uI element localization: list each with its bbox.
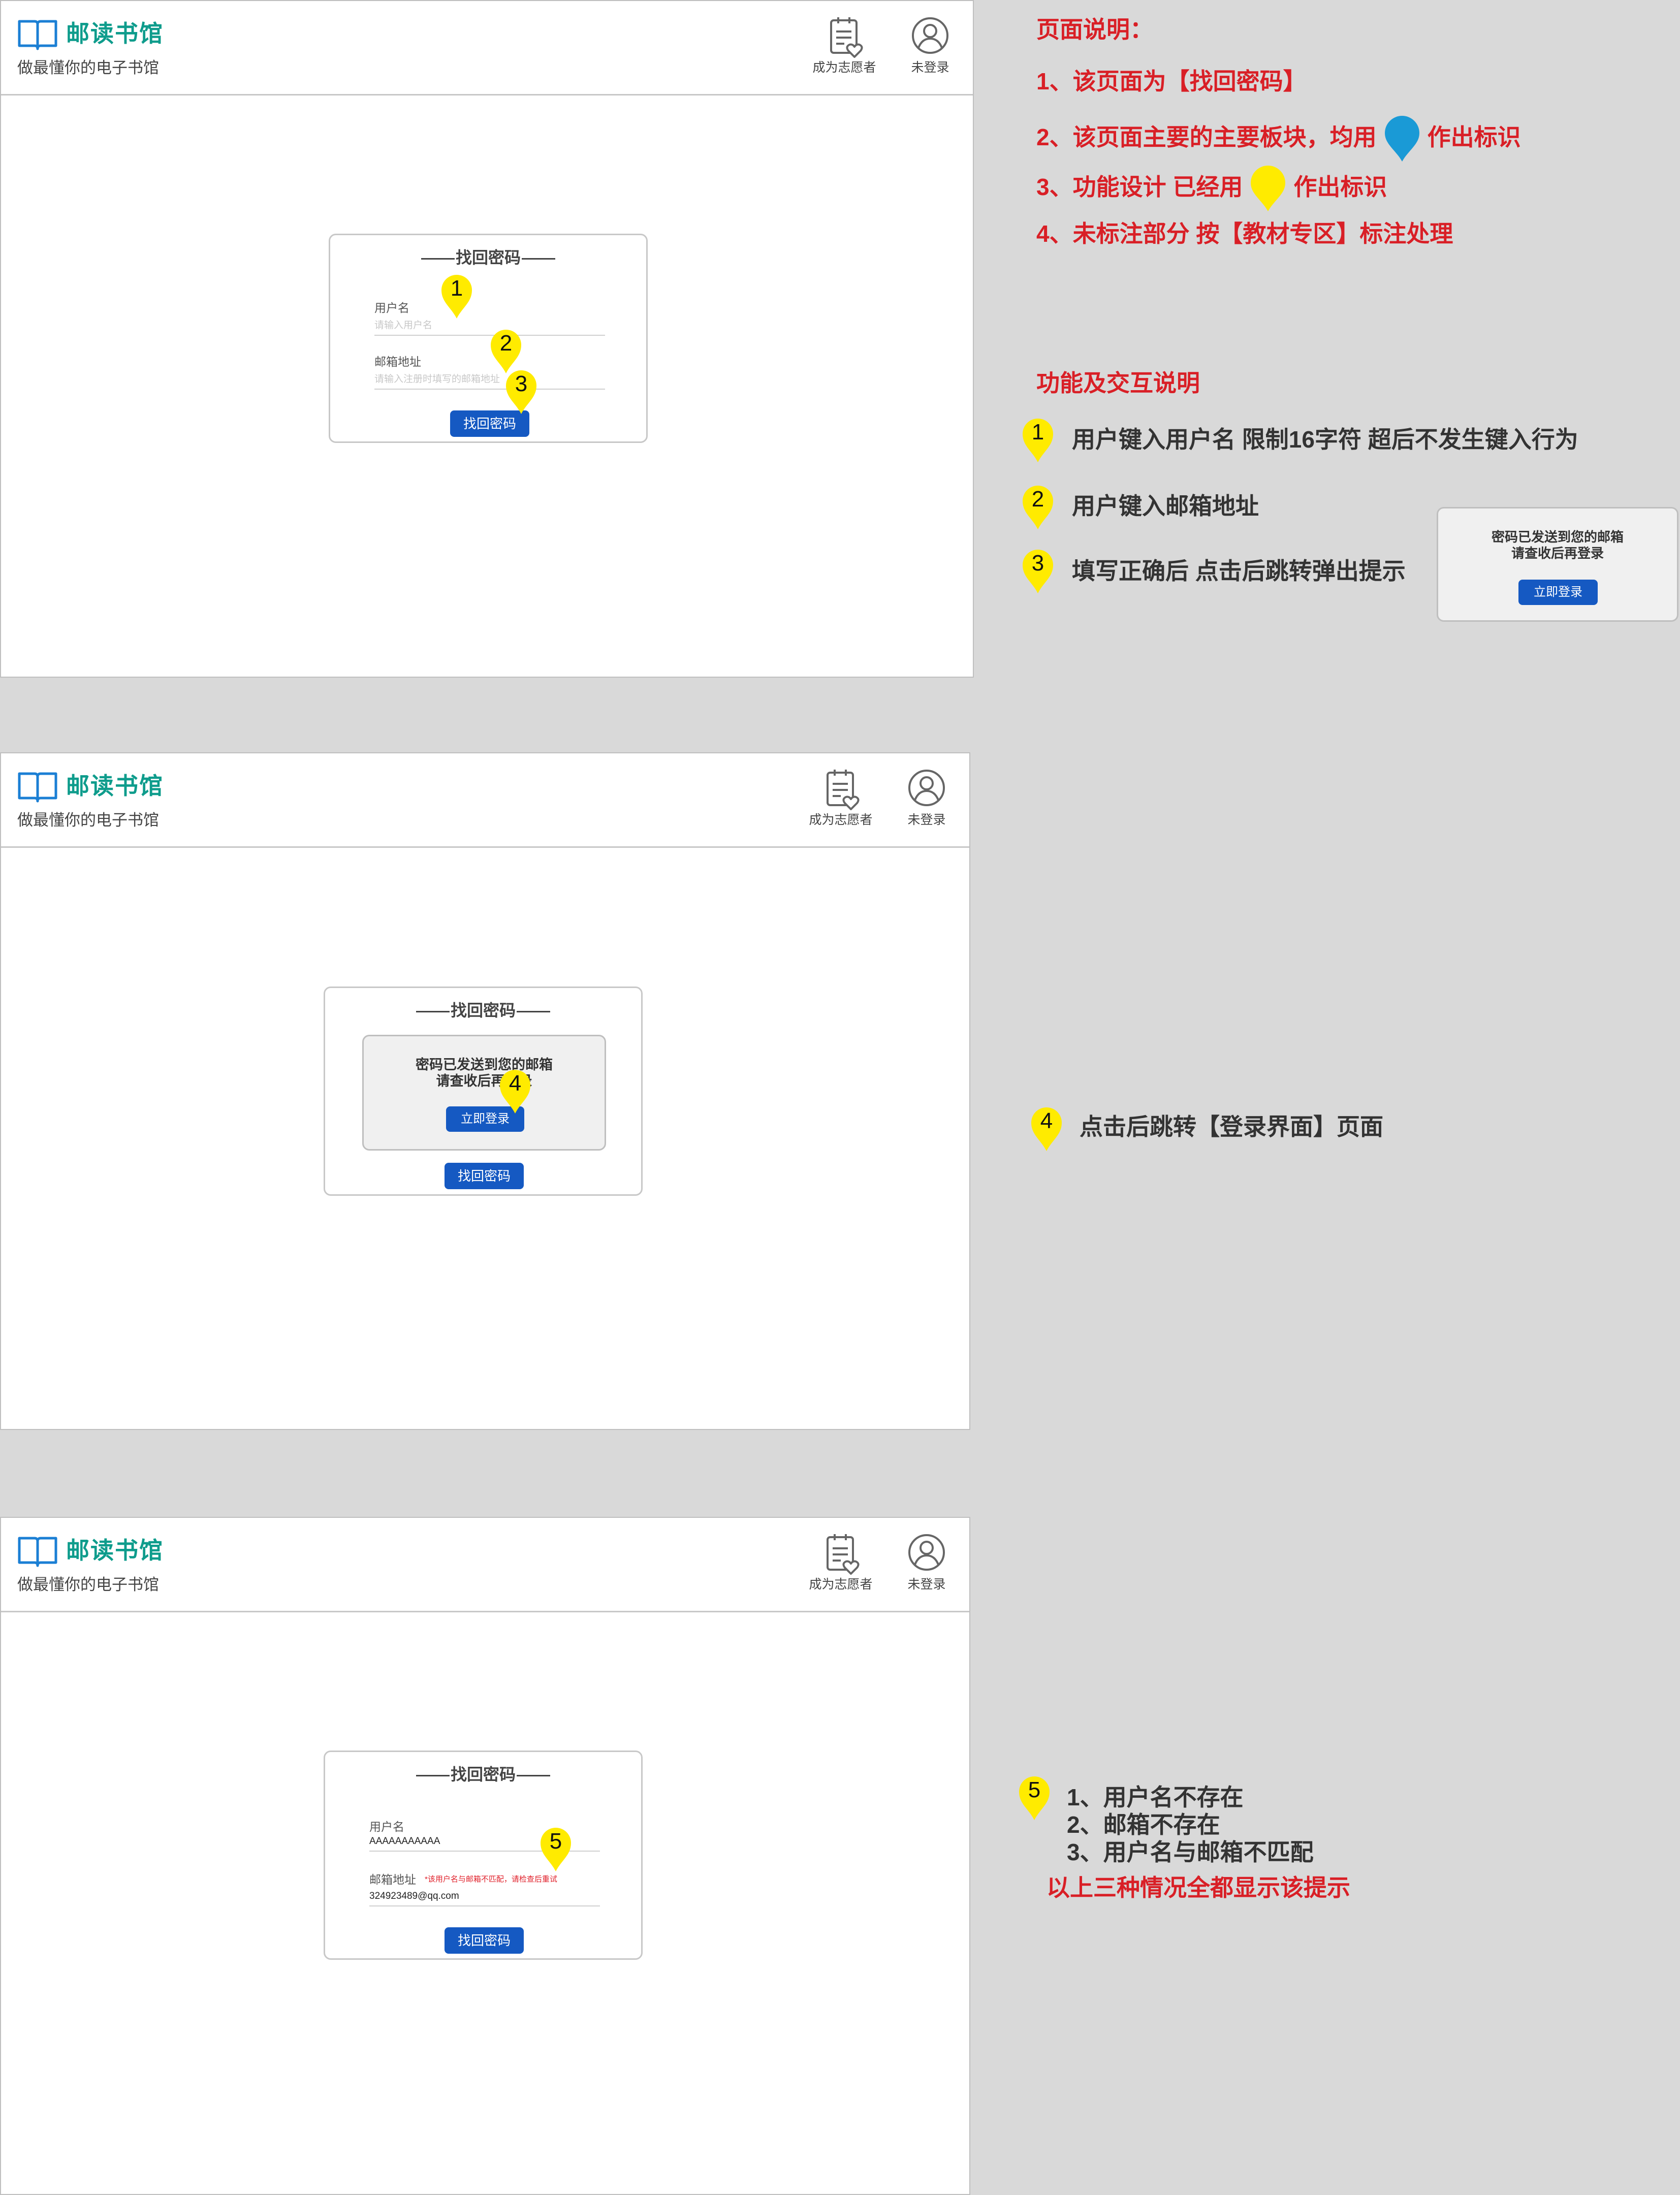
brand-slogan: 做最懂你的电子书馆 [17, 59, 159, 77]
password-sent-notice: 密码已发送到您的邮箱 请查收后再登录 立即登录 [362, 1035, 606, 1151]
login-status-button[interactable]: 未登录 [896, 1532, 957, 1593]
page-description-title: 页面说明： [1036, 16, 1153, 43]
legend-pin-5: 5 [1018, 1775, 1051, 1821]
function-item-5-case-1: 1、用户名不存在 [1067, 1784, 1244, 1810]
become-volunteer-button[interactable]: 成为志愿者 [803, 1532, 879, 1593]
brand-slogan: 做最懂你的电子书馆 [17, 1576, 159, 1594]
function-item-1: 用户键入用户名 限制16字符 超后不发生键入行为 [1072, 426, 1578, 453]
card-title: 找回密码 [325, 1000, 641, 1021]
find-password-card: 找回密码 密码已发送到您的邮箱 请查收后再登录 立即登录 找回密码 [324, 987, 643, 1196]
login-status-label: 未登录 [911, 60, 949, 75]
find-password-button[interactable]: 找回密码 [445, 1163, 524, 1189]
annotation-pin-1: 1 [440, 274, 473, 320]
function-item-2: 用户键入邮箱地址 [1072, 493, 1259, 519]
function-item-5-case-3: 3、用户名与邮箱不匹配 [1067, 1839, 1314, 1865]
function-item-5-case-2: 2、邮箱不存在 [1067, 1811, 1220, 1838]
error-message: *该用户名与邮箱不匹配，请检查后重试 [425, 1875, 557, 1884]
clipboard-heart-icon [827, 1534, 860, 1575]
card-title: 找回密码 [330, 247, 646, 268]
site-header: 邮读书馆 做最懂你的电子书馆 成为志愿者 未登录 [1, 1, 973, 96]
volunteer-label: 成为志愿者 [812, 60, 876, 75]
annotation-pin-4: 4 [498, 1069, 532, 1115]
page-description-line-1: 1、该页面为【找回密码】 [1036, 68, 1307, 94]
site-header: 邮读书馆 做最懂你的电子书馆 成为志愿者 未登录 [1, 753, 969, 848]
site-header: 邮读书馆 做最懂你的电子书馆 成为志愿者 未登录 [1, 1518, 969, 1612]
find-password-card: 找回密码 用户名 邮箱地址 找回密码 [329, 234, 648, 443]
function-title: 功能及交互说明 [1036, 370, 1200, 396]
card-title: 找回密码 [325, 1764, 641, 1785]
login-status-label: 未登录 [907, 813, 946, 827]
brand-name[interactable]: 邮读书馆 [66, 1535, 164, 1566]
clipboard-heart-icon [830, 17, 863, 58]
page-description-line-4: 4、未标注部分 按【教材专区】标注处理 [1036, 220, 1453, 247]
screen-find-password-error: 邮读书馆 做最懂你的电子书馆 成为志愿者 未登录 找回密码 用户名 AAAAAA… [0, 1517, 970, 2195]
brand-name[interactable]: 邮读书馆 [66, 771, 164, 801]
book-logo-icon [18, 772, 57, 803]
clipboard-heart-icon [827, 770, 860, 810]
book-logo-icon [18, 1537, 57, 1567]
screen-password-sent: 邮读书馆 做最懂你的电子书馆 成为志愿者 未登录 找回密码 密码已发送到您的邮箱… [0, 752, 970, 1430]
function-item-5-summary: 以上三种情况全都显示该提示 [1047, 1874, 1350, 1901]
login-status-label: 未登录 [907, 1577, 946, 1592]
become-volunteer-button[interactable]: 成为志愿者 [806, 15, 882, 76]
blue-pin-icon [1384, 116, 1419, 162]
page-description-line-2: 2、该页面主要的主要板块，均用 作出标识 [1036, 116, 1521, 163]
volunteer-label: 成为志愿者 [809, 1577, 873, 1592]
legend-pin-2: 2 [1021, 485, 1055, 530]
volunteer-label: 成为志愿者 [809, 813, 873, 827]
notice-line-2: 请查收后再登录 [436, 1073, 532, 1089]
become-volunteer-button[interactable]: 成为志愿者 [803, 768, 879, 829]
annotation-pin-2: 2 [489, 329, 523, 374]
password-sent-popup-preview: 密码已发送到您的邮箱 请查收后再登录 立即登录 [1437, 507, 1678, 622]
user-avatar-icon [908, 1534, 945, 1571]
email-input[interactable] [369, 1887, 600, 1906]
notice-line-2: 请查收后再登录 [1511, 546, 1604, 561]
find-password-card: 找回密码 用户名 邮箱地址 *该用户名与邮箱不匹配，请检查后重试 找回密码 [324, 1751, 643, 1960]
brand-name[interactable]: 邮读书馆 [66, 18, 164, 49]
email-label: 邮箱地址 [369, 1873, 416, 1886]
function-item-3: 填写正确后 点击后跳转弹出提示 [1072, 558, 1406, 584]
notice-line-1: 密码已发送到您的邮箱 [1491, 529, 1624, 545]
email-label: 邮箱地址 [374, 355, 421, 368]
book-logo-icon [18, 20, 57, 50]
notice-line-1: 密码已发送到您的邮箱 [416, 1057, 553, 1072]
brand-slogan: 做最懂你的电子书馆 [17, 811, 159, 829]
legend-pin-1: 1 [1021, 418, 1055, 463]
screen-find-password: 邮读书馆 做最懂你的电子书馆 成为志愿者 未登录 找回密码 用户名 请输入用户名… [0, 0, 974, 678]
username-label: 用户名 [374, 301, 409, 314]
find-password-button[interactable]: 找回密码 [445, 1927, 524, 1954]
function-item-4: 点击后跳转【登录界面】页面 [1080, 1114, 1383, 1140]
login-now-button[interactable]: 立即登录 [1518, 580, 1598, 605]
user-avatar-icon [912, 17, 948, 54]
user-avatar-icon [908, 770, 945, 806]
page-description-line-3: 3、功能设计 已经用 作出标识 [1036, 166, 1387, 212]
login-status-button[interactable]: 未登录 [900, 15, 961, 76]
legend-pin-3: 3 [1021, 549, 1055, 594]
legend-pin-4: 4 [1030, 1106, 1063, 1152]
login-status-button[interactable]: 未登录 [896, 768, 957, 829]
annotation-pin-3: 3 [504, 369, 538, 415]
annotation-pin-5: 5 [539, 1827, 573, 1872]
yellow-pin-icon [1251, 166, 1286, 211]
